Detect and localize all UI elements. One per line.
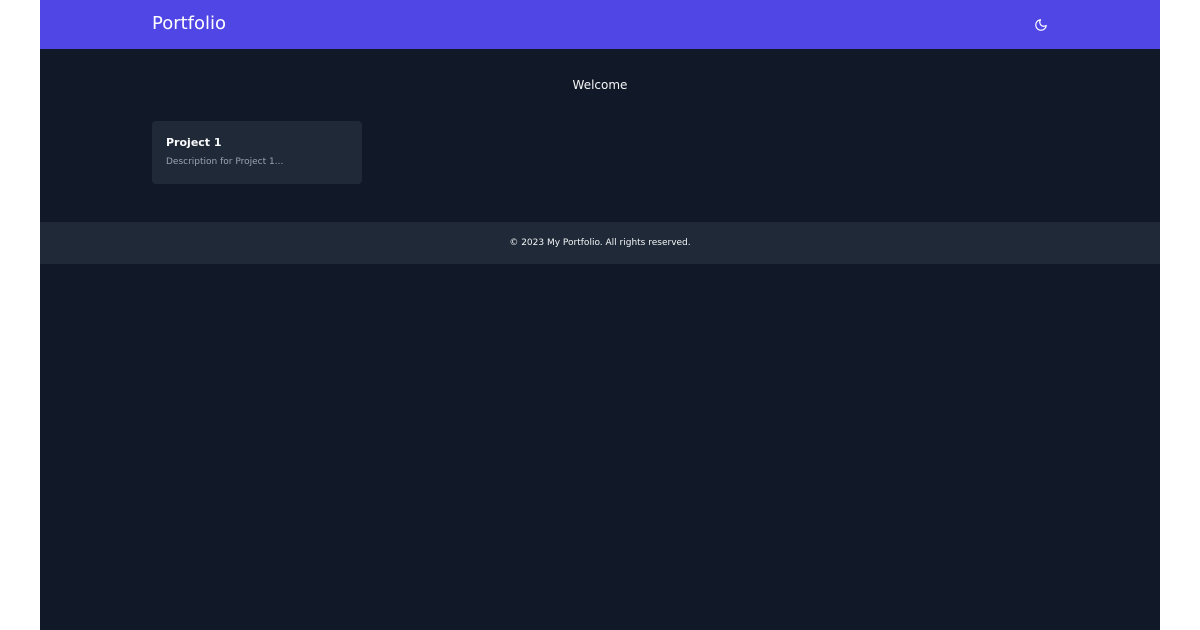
- project-title: Project 1: [166, 136, 222, 149]
- theme-toggle-button[interactable]: [1030, 14, 1052, 36]
- welcome-heading: Welcome: [572, 78, 628, 92]
- app-container: Portfolio Welcome Project 1 Description …: [40, 0, 1160, 630]
- moon-icon: [1034, 18, 1048, 32]
- project-description: Description for Project 1...: [166, 157, 284, 167]
- top-navbar: Portfolio: [40, 0, 1160, 49]
- footer-copyright: © 2023 My Portfolio. All rights reserved…: [509, 238, 691, 248]
- brand-link[interactable]: Portfolio: [152, 12, 226, 36]
- project-card[interactable]: Project 1 Description for Project 1...: [152, 121, 362, 184]
- page-footer: © 2023 My Portfolio. All rights reserved…: [40, 222, 1160, 264]
